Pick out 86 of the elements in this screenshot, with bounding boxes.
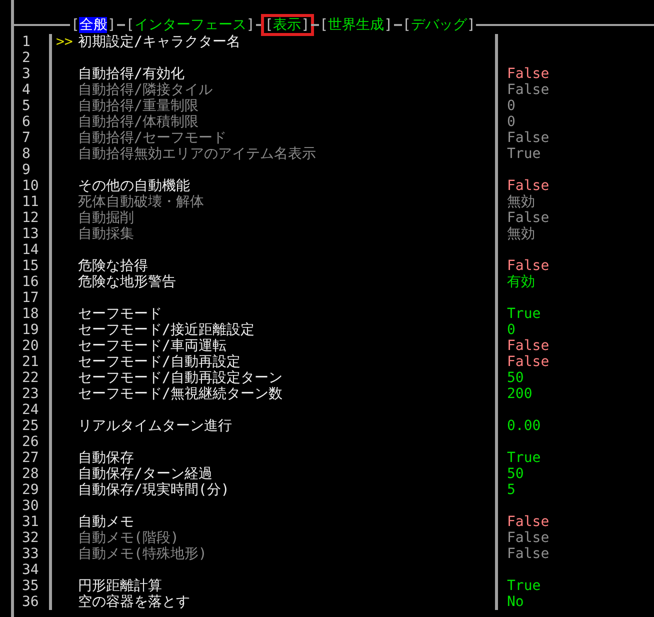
line-number: 33 [22, 546, 39, 562]
setting-label[interactable]: セーフモード/自動再設定ターン [78, 370, 282, 386]
line-number: 31 [22, 514, 39, 530]
line-number: 16 [22, 274, 39, 290]
setting-label[interactable]: 自動保存/現実時間(分) [78, 482, 230, 498]
line-number: 36 [22, 594, 39, 610]
setting-label[interactable]: 自動保存 [78, 450, 134, 466]
setting-value: True [507, 306, 541, 322]
line-number: 1 [22, 34, 30, 50]
setting-value: False [507, 66, 550, 82]
setting-label[interactable]: リアルタイムターン進行 [78, 418, 232, 434]
setting-value: No [507, 594, 524, 610]
setting-value: False [507, 354, 550, 370]
line-number: 7 [22, 130, 30, 146]
setting-value: 50 [507, 466, 524, 482]
setting-label[interactable]: 危険な拾得 [78, 258, 148, 274]
setting-value: True [507, 578, 541, 594]
line-number: 22 [22, 370, 39, 386]
line-number: 29 [22, 482, 39, 498]
line-number: 12 [22, 210, 39, 226]
line-number: 10 [22, 178, 39, 194]
cursor-marker: >> [56, 34, 73, 50]
line-number: 4 [22, 82, 30, 98]
line-number: 18 [22, 306, 39, 322]
setting-value: False [507, 514, 550, 530]
line-number: 34 [22, 562, 39, 578]
setting-label[interactable]: セーフモード [78, 306, 162, 322]
setting-label[interactable]: 初期設定/キャラクター名 [78, 34, 240, 50]
setting-label[interactable]: 空の容器を落とす [78, 594, 190, 610]
setting-label[interactable]: セーフモード/無視継続ターン数 [78, 386, 282, 402]
setting-value: False [507, 258, 550, 274]
tab[interactable]: [表示] [264, 17, 311, 33]
line-number: 14 [22, 242, 39, 258]
line-number: 2 [22, 50, 30, 66]
line-number: 5 [22, 98, 30, 114]
tab[interactable]: [インターフェース] [124, 17, 256, 33]
setting-value: False [507, 178, 550, 194]
line-number: 3 [22, 66, 30, 82]
setting-value: False [507, 210, 550, 226]
line-number: 32 [22, 530, 39, 546]
line-number: 23 [22, 386, 39, 402]
setting-value: 0 [507, 322, 516, 338]
setting-value: 50 [507, 370, 524, 386]
setting-value: 5 [507, 482, 516, 498]
line-number: 19 [22, 322, 39, 338]
setting-value: True [507, 450, 541, 466]
line-number: 15 [22, 258, 39, 274]
setting-value: 有効 [507, 274, 535, 290]
line-number: 26 [22, 434, 39, 450]
line-number: 30 [22, 498, 39, 514]
setting-value: False [507, 82, 550, 98]
setting-value: True [507, 146, 541, 162]
setting-value: False [507, 530, 550, 546]
setting-value: 0 [507, 98, 516, 114]
line-number: 11 [22, 194, 39, 210]
line-number: 6 [22, 114, 30, 130]
setting-value: 0.00 [507, 418, 541, 434]
line-number: 8 [22, 146, 30, 162]
setting-label[interactable]: 危険な地形警告 [78, 274, 176, 290]
tab[interactable]: [世界生成] [318, 17, 394, 33]
tab[interactable]: [デバッグ] [402, 17, 476, 33]
line-number: 9 [22, 162, 30, 178]
setting-label[interactable]: 円形距離計算 [78, 578, 162, 594]
line-number: 21 [22, 354, 39, 370]
line-number: 13 [22, 226, 39, 242]
line-number: 20 [22, 338, 39, 354]
line-number: 17 [22, 290, 39, 306]
setting-label[interactable]: 自動メモ [78, 514, 134, 530]
line-number: 27 [22, 450, 39, 466]
setting-value: 200 [507, 386, 532, 402]
line-number: 25 [22, 418, 39, 434]
setting-label[interactable]: セーフモード/自動再設定 [78, 354, 240, 370]
setting-value: 無効 [507, 226, 535, 242]
setting-value: False [507, 546, 550, 562]
line-number: 35 [22, 578, 39, 594]
line-number: 28 [22, 466, 39, 482]
setting-label[interactable]: その他の自動機能 [78, 178, 190, 194]
setting-label[interactable]: 自動拾得/有効化 [78, 66, 184, 82]
setting-value: 無効 [507, 194, 535, 210]
setting-label[interactable]: セーフモード/車両運転 [78, 338, 226, 354]
line-number: 24 [22, 402, 39, 418]
setting-value: False [507, 338, 550, 354]
setting-label[interactable]: セーフモード/接近距離設定 [78, 322, 254, 338]
setting-value: False [507, 130, 550, 146]
setting-value: 0 [507, 114, 516, 130]
setting-label[interactable]: 自動保存/ターン経過 [78, 466, 212, 482]
